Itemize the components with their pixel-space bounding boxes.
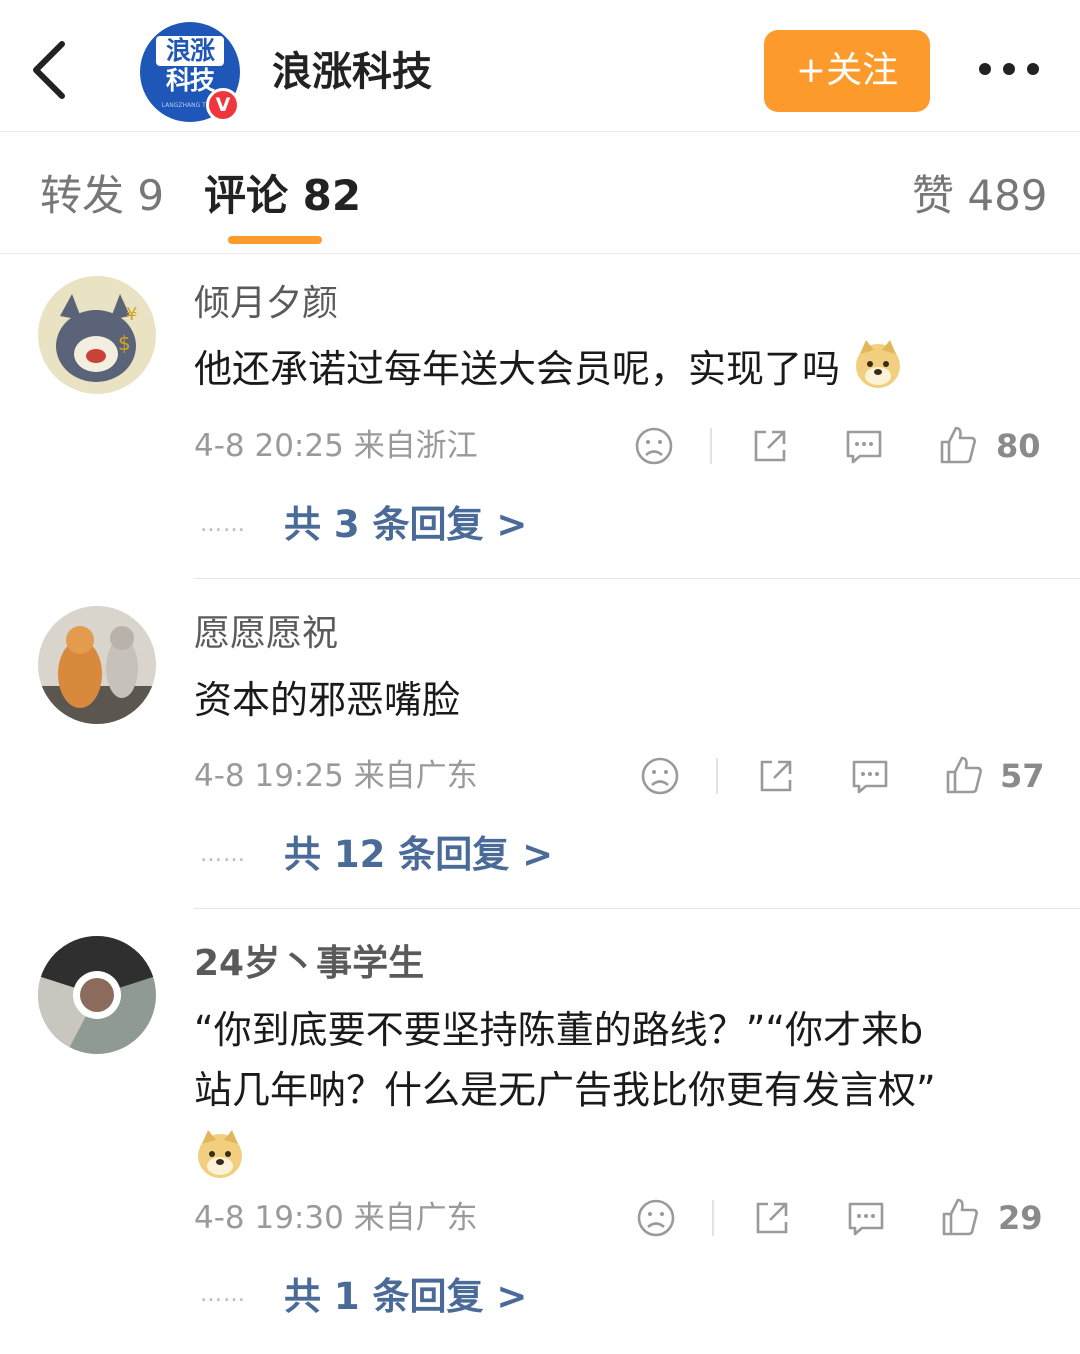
tab-likes[interactable]: 赞 489 <box>912 170 1048 222</box>
comment-username[interactable]: 24岁丶事学生 <box>194 940 424 988</box>
share-icon[interactable] <box>750 426 790 466</box>
reply-dots: …… <box>200 512 246 537</box>
share-icon[interactable] <box>756 756 796 796</box>
doge-emoji <box>198 1130 242 1178</box>
comment-meta: 4-8 19:30 来自广东 <box>194 1198 478 1238</box>
comment-divider <box>194 578 1080 579</box>
comment-text: 资本的邪恶嘴脸 <box>194 678 461 722</box>
tab-comments[interactable]: 评论 82 <box>204 170 361 222</box>
dislike-icon[interactable] <box>634 426 674 466</box>
comment-icon[interactable] <box>846 1198 886 1238</box>
doge-emoji <box>856 340 901 388</box>
comment-text-line: 站几年呐？什么是无广告我比你更有发言权” <box>194 1068 936 1112</box>
view-replies-link[interactable]: 共 1 条回复 > <box>284 1272 527 1322</box>
user-avatar[interactable] <box>38 936 156 1054</box>
reply-dots: …… <box>200 842 246 867</box>
tab-reposts[interactable]: 转发 9 <box>40 170 164 222</box>
comment-meta: 4-8 20:25 来自浙江 <box>194 426 478 466</box>
comment-time: 4-8 20:25 <box>194 428 344 464</box>
comment-meta: 4-8 19:25 来自广东 <box>194 756 478 796</box>
follow-button[interactable]: +关注 <box>764 30 930 112</box>
active-tab-indicator <box>228 236 322 244</box>
view-replies-link[interactable]: 共 12 条回复 > <box>284 830 553 880</box>
comment-text: 他还承诺过每年送大会员呢，实现了吗 <box>194 338 1054 399</box>
like-icon[interactable] <box>944 754 984 796</box>
dislike-icon[interactable] <box>640 756 680 796</box>
like-count: 29 <box>998 1199 1043 1237</box>
comment-time: 4-8 19:25 <box>194 758 344 794</box>
account-name[interactable]: 浪涨科技 <box>272 44 432 100</box>
svg-text:¥: ¥ <box>126 304 137 325</box>
comment-location: 来自广东 <box>353 758 478 794</box>
share-icon[interactable] <box>752 1198 792 1238</box>
view-replies-link[interactable]: 共 3 条回复 > <box>284 500 527 550</box>
like-icon[interactable] <box>940 1196 980 1238</box>
more-icon[interactable] <box>976 56 1042 82</box>
comment-location: 来自广东 <box>353 1200 478 1236</box>
like-count: 80 <box>996 427 1041 465</box>
comment-username[interactable]: 倾月夕颜 <box>194 280 338 328</box>
top-bar: 浪涨 科技 LANGZHANG TECH V 浪涨科技 +关注 <box>0 0 1080 132</box>
svg-text:$: $ <box>118 331 131 355</box>
comment-text-content: 他还承诺过每年送大会员呢，实现了吗 <box>194 347 841 391</box>
comment-location: 来自浙江 <box>353 428 478 464</box>
comment-divider <box>194 908 1080 909</box>
comment-username[interactable]: 愿愿愿祝 <box>194 610 338 658</box>
verified-badge: V <box>206 88 240 122</box>
action-separator <box>716 758 718 794</box>
brand-logo-line1: 浪涨 <box>156 36 224 66</box>
tab-bar: 转发 9 评论 82 赞 489 <box>0 132 1080 254</box>
like-icon[interactable] <box>938 424 978 466</box>
action-separator <box>712 1200 714 1236</box>
back-arrow-icon[interactable] <box>26 38 76 102</box>
like-count: 57 <box>1000 757 1045 795</box>
action-separator <box>710 428 712 464</box>
user-avatar[interactable]: ¥ $ <box>38 276 156 394</box>
comment-time: 4-8 19:30 <box>194 1200 344 1236</box>
comment-text: “你到底要不要坚持陈董的路线？”“你才来b 站几年呐？什么是无广告我比你更有发言… <box>194 1000 1054 1189</box>
user-avatar[interactable] <box>38 606 156 724</box>
dislike-icon[interactable] <box>636 1198 676 1238</box>
comment-icon[interactable] <box>844 426 884 466</box>
comment-icon[interactable] <box>850 756 890 796</box>
reply-dots: …… <box>200 1282 246 1307</box>
comment-text-line: “你到底要不要坚持陈董的路线？”“你才来b <box>194 1008 924 1052</box>
